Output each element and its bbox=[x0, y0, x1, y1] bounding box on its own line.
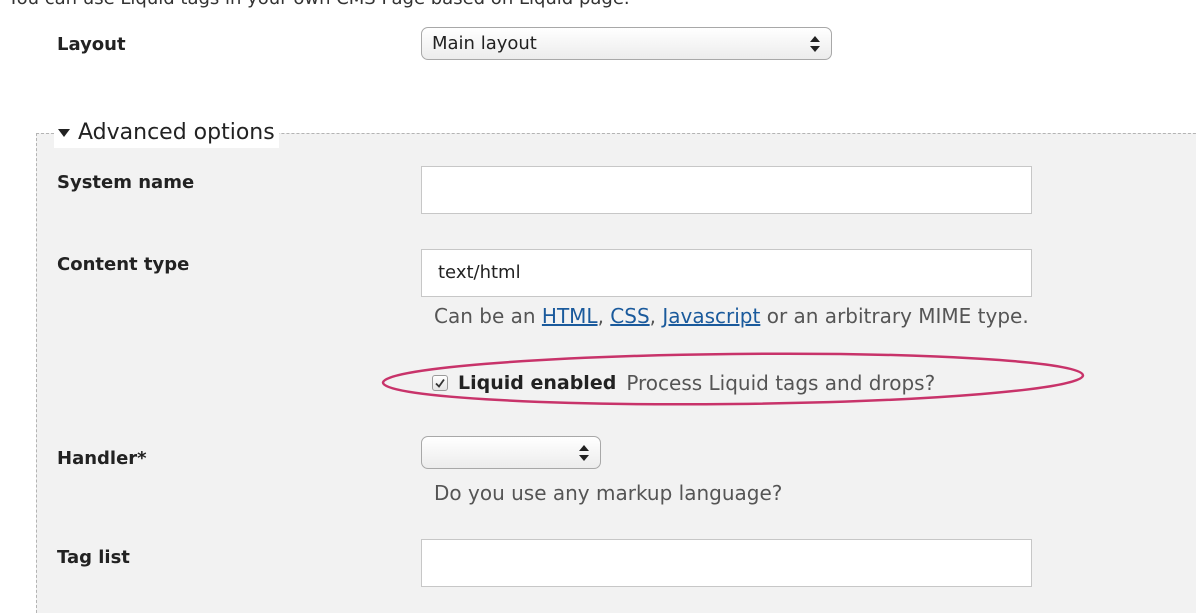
expand-triangle-icon bbox=[58, 129, 70, 137]
tag-list-input[interactable] bbox=[421, 539, 1032, 587]
handler-label: Handler* bbox=[57, 448, 147, 469]
hint-prefix: Can be an bbox=[434, 304, 536, 328]
javascript-link[interactable]: Javascript bbox=[662, 304, 760, 328]
layout-select-value: Main layout bbox=[432, 33, 537, 54]
hint-sep-1: , bbox=[597, 304, 604, 328]
system-name-input[interactable] bbox=[421, 166, 1032, 214]
content-type-input[interactable]: text/html bbox=[421, 249, 1032, 297]
system-name-label: System name bbox=[57, 172, 195, 193]
tag-list-label: Tag list bbox=[57, 547, 130, 568]
liquid-enabled-label: Liquid enabled bbox=[458, 372, 617, 394]
handler-hint: Do you use any markup language? bbox=[434, 481, 783, 505]
liquid-enabled-description: Process Liquid tags and drops? bbox=[626, 371, 936, 395]
liquid-enabled-checkbox[interactable] bbox=[432, 375, 448, 391]
advanced-options-legend: Advanced options bbox=[78, 120, 275, 145]
liquid-enabled-row: Liquid enabled Process Liquid tags and d… bbox=[432, 371, 935, 395]
css-link[interactable]: CSS bbox=[610, 304, 649, 328]
content-type-label: Content type bbox=[57, 254, 190, 275]
select-arrows-icon bbox=[579, 444, 589, 461]
top-cut-text: You can use Liquid tags in your own CMS … bbox=[8, 0, 630, 9]
hint-sep-2: , bbox=[649, 304, 656, 328]
handler-select[interactable] bbox=[421, 436, 601, 469]
hint-suffix: or an arbitrary MIME type. bbox=[766, 304, 1029, 328]
content-type-hint: Can be an HTML, CSS, Javascript or an ar… bbox=[434, 304, 1029, 328]
html-link[interactable]: HTML bbox=[542, 304, 598, 328]
layout-select[interactable]: Main layout bbox=[421, 27, 832, 60]
layout-label: Layout bbox=[57, 34, 126, 55]
select-arrows-icon bbox=[810, 35, 820, 52]
advanced-options-toggle[interactable]: Advanced options bbox=[54, 118, 279, 148]
checkmark-icon bbox=[435, 378, 445, 388]
